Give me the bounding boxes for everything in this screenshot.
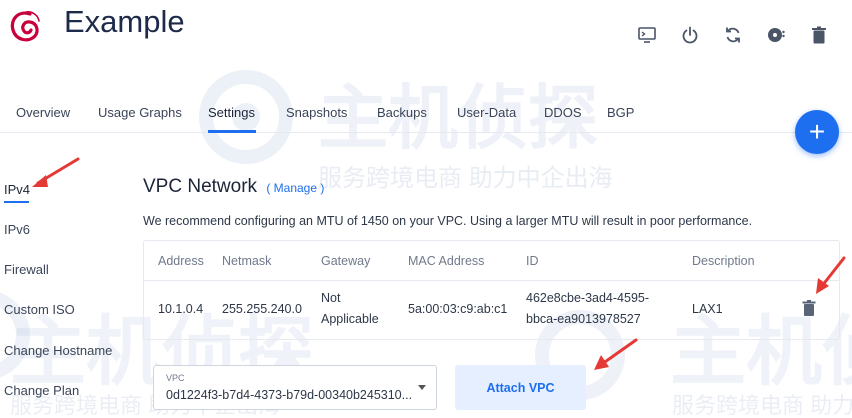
column-header: Gateway (321, 254, 371, 268)
delete-server-icon[interactable] (808, 24, 830, 46)
tab-settings[interactable]: Settings (208, 105, 255, 120)
tab-usage-graphs[interactable]: Usage Graphs (98, 105, 182, 120)
watermark-slogan: 服务跨境电商 助力中企出海 (672, 393, 852, 418)
cell-id: 462e8cbe-3ad4-4595- bbca-ea9013978527 (526, 288, 649, 330)
reinstall-icon[interactable] (765, 24, 787, 46)
watermark-logo (0, 292, 30, 378)
vpc-table: Address Netmask Gateway MAC Address ID D… (143, 240, 840, 340)
active-sidebar-indicator (4, 201, 29, 203)
id-line: bbca-ea9013978527 (526, 312, 641, 326)
section-title-text: VPC Network (143, 176, 258, 197)
gateway-line: Not (321, 291, 341, 305)
gateway-line: Applicable (321, 312, 379, 326)
page-title: Example (64, 4, 185, 39)
restart-icon[interactable] (722, 24, 744, 46)
cell-netmask: 255.255.240.0 (222, 302, 302, 316)
chevron-down-icon (418, 385, 426, 390)
sidebar-item-custom-iso[interactable]: Custom ISO (4, 302, 75, 317)
sidebar-item-ipv6[interactable]: IPv6 (4, 222, 30, 237)
vpc-select-label: VPC (166, 373, 185, 383)
column-header: Netmask (222, 254, 272, 268)
debian-logo (10, 11, 40, 42)
sidebar-item-change-plan[interactable]: Change Plan (4, 383, 79, 398)
watermark-slogan: 服务跨境电商 助力中企出海 (318, 165, 613, 192)
id-line: 462e8cbe-3ad4-4595- (526, 291, 650, 305)
column-header: Description (692, 254, 755, 268)
cell-mac: 5a:00:03:c9:ab:c1 (408, 302, 508, 316)
column-header: Address (158, 254, 204, 268)
cell-address: 10.1.0.4 (158, 302, 204, 316)
tab-backups[interactable]: Backups (377, 105, 427, 120)
active-tab-indicator (208, 130, 256, 133)
manage-link[interactable]: ( Manage ) (266, 181, 324, 195)
attach-vpc-button[interactable]: Attach VPC (455, 365, 586, 410)
trash-icon[interactable] (802, 300, 816, 316)
vpc-select-value: 0d1224f3-b7d4-4373-b79d-00340b245310... (166, 388, 413, 402)
tab-overview[interactable]: Overview (16, 105, 70, 120)
console-icon[interactable] (636, 24, 658, 46)
sidebar-item-firewall[interactable]: Firewall (4, 262, 49, 277)
tab-ddos[interactable]: DDOS (544, 105, 582, 120)
table-header-divider (144, 280, 839, 281)
tab-user-data[interactable]: User-Data (457, 105, 516, 120)
annotation-arrow (32, 157, 80, 187)
power-icon[interactable] (679, 24, 701, 46)
tab-bgp[interactable]: BGP (607, 105, 634, 120)
sidebar-item-change-hostname[interactable]: Change Hostname (4, 343, 112, 358)
add-button[interactable]: + (795, 110, 839, 154)
column-header: MAC Address (408, 254, 485, 268)
server-actions (636, 24, 830, 46)
vpc-select[interactable]: VPC 0d1224f3-b7d4-4373-b79d-00340b245310… (153, 365, 437, 410)
tab-bar: Overview Usage Graphs Settings Snapshots… (0, 98, 852, 133)
column-header: ID (526, 254, 539, 268)
mtu-note: We recommend configuring an MTU of 1450 … (143, 214, 753, 228)
tab-snapshots[interactable]: Snapshots (286, 105, 347, 120)
sidebar-item-ipv4[interactable]: IPv4 (4, 182, 30, 197)
section-title: VPC Network ( Manage ) (143, 176, 324, 198)
cell-gateway: Not Applicable (321, 288, 379, 330)
cell-description: LAX1 (692, 302, 723, 316)
annotation-arrow (594, 338, 638, 370)
